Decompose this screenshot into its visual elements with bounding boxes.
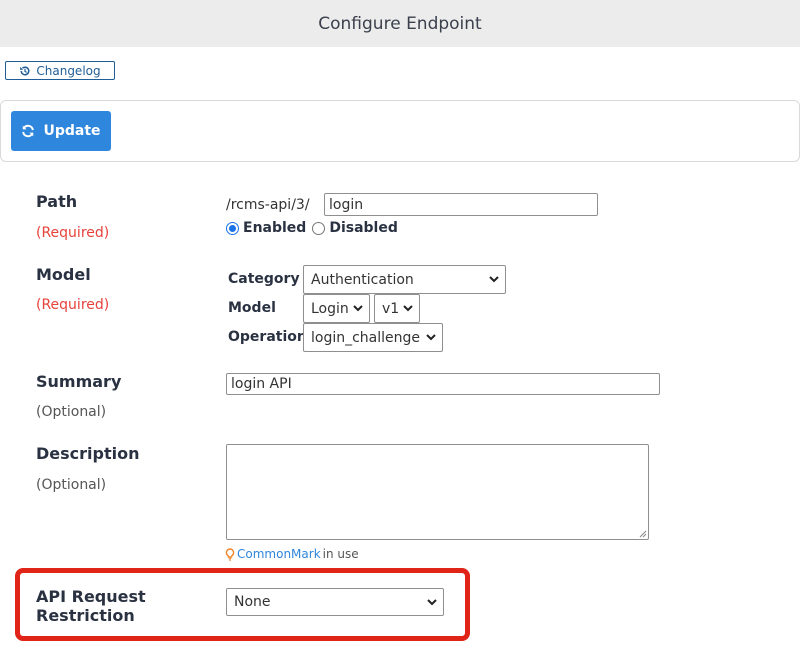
operation-label: Operation — [228, 329, 307, 345]
update-button[interactable]: Update — [11, 111, 111, 151]
highlight-box — [15, 568, 470, 641]
path-prefix: /rcms-api/3/ — [226, 197, 310, 213]
description-optional-note: (Optional) — [36, 477, 107, 493]
disabled-radio-label[interactable]: Disabled — [329, 220, 398, 236]
changelog-button[interactable]: Changelog — [5, 61, 115, 80]
operation-select[interactable]: login_challenge — [303, 323, 443, 352]
refresh-icon — [22, 124, 35, 138]
chevron-down-icon — [426, 334, 436, 341]
disabled-radio[interactable] — [312, 221, 326, 235]
path-label: Path — [36, 192, 78, 211]
update-label: Update — [43, 123, 101, 139]
model-required-note: (Required) — [36, 297, 110, 313]
operation-value: login_challenge — [311, 329, 421, 346]
path-status-radios: Enabled Disabled — [226, 219, 398, 237]
summary-label: Summary — [36, 372, 122, 391]
summary-input[interactable]: login API — [226, 373, 660, 395]
model-value: Login — [311, 300, 349, 317]
commonmark-suffix: in use — [322, 547, 359, 561]
category-select[interactable]: Authentication — [303, 265, 506, 294]
description-label: Description — [36, 444, 140, 463]
history-icon — [20, 65, 30, 75]
model-select[interactable]: Login — [303, 294, 370, 323]
changelog-label: Changelog — [36, 63, 101, 78]
model-field-label: Model — [228, 300, 276, 316]
version-value: v1 — [382, 300, 400, 317]
category-value: Authentication — [311, 271, 414, 288]
commonmark-note: CommonMark in use — [225, 547, 359, 561]
model-label: Model — [36, 265, 91, 284]
commonmark-link[interactable]: CommonMark — [237, 547, 321, 561]
page-title: Configure Endpoint — [318, 13, 482, 34]
path-input[interactable]: login — [324, 193, 598, 216]
chevron-down-icon — [403, 305, 413, 312]
resize-grip-icon[interactable] — [639, 530, 647, 538]
chevron-down-icon — [489, 276, 499, 283]
page-header: Configure Endpoint — [0, 0, 800, 47]
chevron-down-icon — [353, 305, 363, 312]
enabled-radio[interactable] — [226, 221, 239, 235]
lightbulb-icon — [225, 547, 235, 561]
version-select[interactable]: v1 — [374, 294, 420, 323]
enabled-radio-label[interactable]: Enabled — [243, 220, 306, 236]
summary-optional-note: (Optional) — [36, 404, 107, 420]
action-bar — [0, 100, 800, 162]
path-required-note: (Required) — [36, 225, 110, 241]
description-textarea[interactable] — [226, 444, 649, 540]
category-label: Category — [228, 271, 300, 287]
